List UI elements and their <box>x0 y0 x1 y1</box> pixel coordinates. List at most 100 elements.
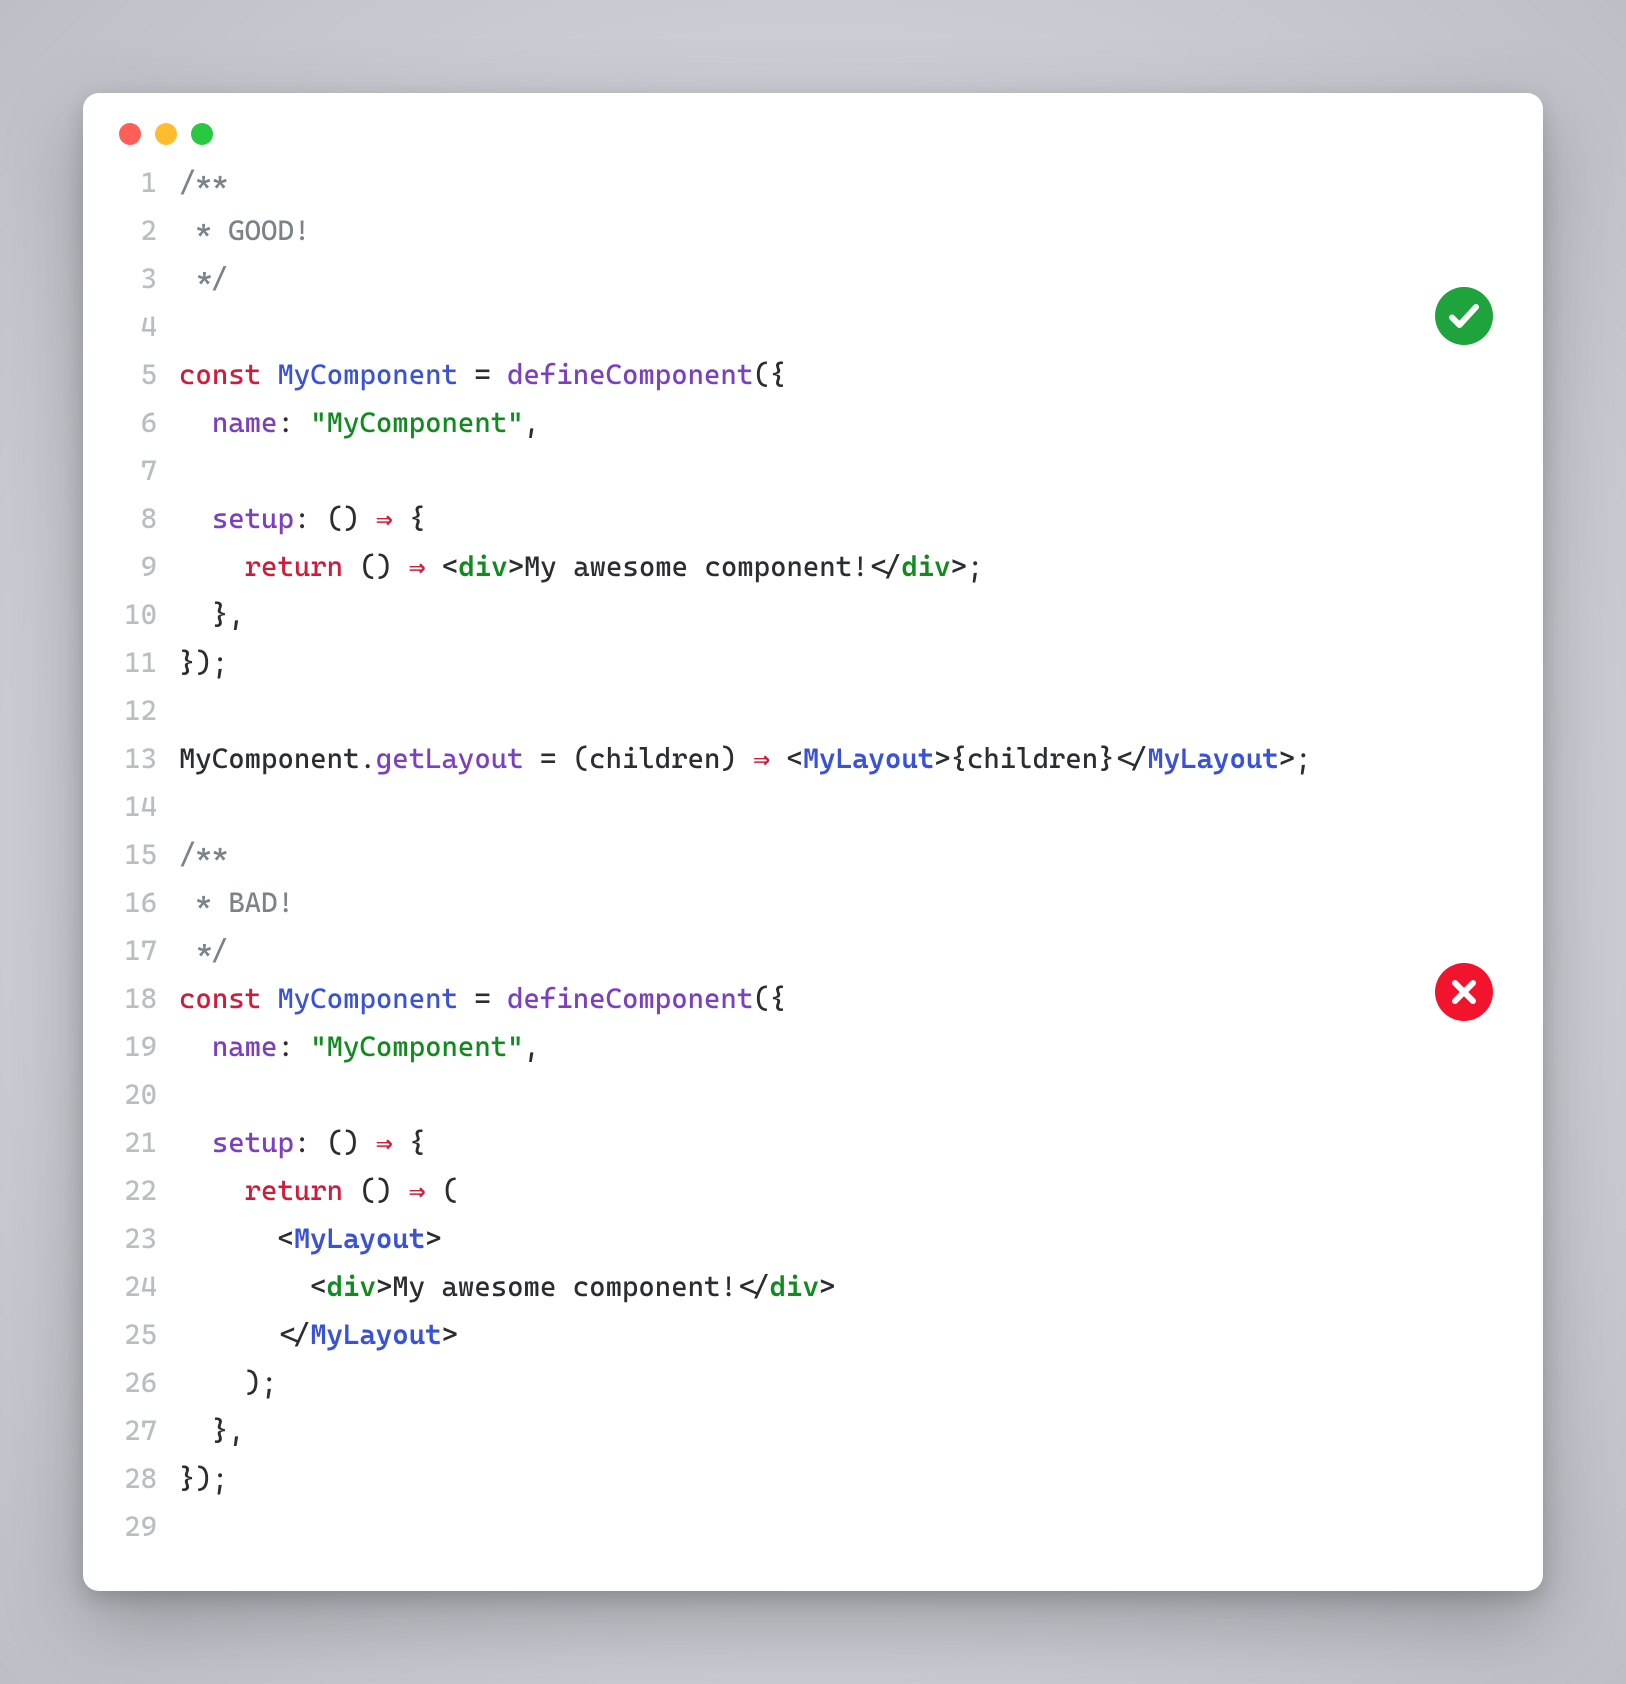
code-line: 18const MyComponent = defineComponent({ <box>119 975 1507 1023</box>
good-badge-icon <box>1435 287 1493 345</box>
code-token: }, <box>179 598 245 631</box>
code-token: ( <box>426 1174 459 1207</box>
code-token: < <box>179 1270 327 1303</box>
line-number: 24 <box>119 1263 179 1311</box>
code-token <box>179 502 212 535</box>
line-number: 23 <box>119 1215 179 1263</box>
code-line: 22 return () ⇒ ( <box>119 1167 1507 1215</box>
code-token: My awesome component! <box>392 1270 737 1303</box>
line-number: 18 <box>119 975 179 1023</box>
code-token <box>179 550 245 583</box>
code-token: defineComponent <box>507 982 753 1015</box>
bad-badge-icon <box>1435 963 1493 1021</box>
code-token: >{children}</ <box>934 742 1147 775</box>
line-number: 26 <box>119 1359 179 1407</box>
code-line: 5const MyComponent = defineComponent({ <box>119 351 1507 399</box>
code-token: MyComponent. <box>179 742 376 775</box>
code-token: > <box>425 1222 441 1255</box>
code-line: 24 <div>My awesome component!</div> <box>119 1263 1507 1311</box>
code-token: const <box>179 358 277 391</box>
line-number: 20 <box>119 1071 179 1119</box>
code-token: > <box>508 550 524 583</box>
code-line: 9 return () ⇒ <div>My awesome component!… <box>119 543 1507 591</box>
code-token: </ <box>869 550 902 583</box>
code-line: 14 <box>119 783 1507 831</box>
code-token: ); <box>179 1366 277 1399</box>
code-token: /** <box>179 838 228 871</box>
line-number: 13 <box>119 735 179 783</box>
code-token: ({ <box>753 982 786 1015</box>
code-line: 13MyComponent.getLayout = (children) ⇒ <… <box>119 735 1507 783</box>
code-token: getLayout <box>376 742 524 775</box>
line-content: ); <box>179 1359 1507 1407</box>
code-line: 3 */ <box>119 255 1507 303</box>
code-token: MyComponent <box>277 358 457 391</box>
code-token: = <box>458 358 507 391</box>
minimize-icon[interactable] <box>155 123 177 145</box>
line-number: 10 <box>119 591 179 639</box>
code-token: }, <box>179 1414 245 1447</box>
line-content <box>179 447 1507 495</box>
line-content <box>179 1503 1507 1551</box>
code-token: defineComponent <box>507 358 753 391</box>
line-number: 12 <box>119 687 179 735</box>
line-number: 8 <box>119 495 179 543</box>
code-token: = <box>458 982 507 1015</box>
code-token: div <box>901 550 950 583</box>
code-token: ⇒ <box>753 742 770 775</box>
code-token: < <box>426 550 459 583</box>
code-token: : <box>277 1030 310 1063</box>
code-line: 21 setup: () ⇒ { <box>119 1119 1507 1167</box>
code-line: 28}); <box>119 1455 1507 1503</box>
code-token: { <box>393 502 426 535</box>
line-content: const MyComponent = defineComponent({ <box>179 975 1507 1023</box>
line-number: 9 <box>119 543 179 591</box>
line-content <box>179 783 1507 831</box>
code-token: < <box>179 1222 294 1255</box>
code-line: 11}); <box>119 639 1507 687</box>
line-content: return () ⇒ ( <box>179 1167 1507 1215</box>
code-line: 20 <box>119 1071 1507 1119</box>
code-line: 17 */ <box>119 927 1507 975</box>
line-content: <div>My awesome component!</div> <box>179 1263 1507 1311</box>
line-content: * GOOD! <box>179 207 1507 255</box>
code-line: 8 setup: () ⇒ { <box>119 495 1507 543</box>
line-number: 27 <box>119 1407 179 1455</box>
code-line: 27 }, <box>119 1407 1507 1455</box>
line-content: }); <box>179 1455 1507 1503</box>
zoom-icon[interactable] <box>191 123 213 145</box>
code-token: > <box>376 1270 392 1303</box>
line-number: 19 <box>119 1023 179 1071</box>
code-token: </ <box>737 1270 770 1303</box>
line-content: </MyLayout> <box>179 1311 1507 1359</box>
code-token: < <box>770 742 803 775</box>
line-content: */ <box>179 927 1507 975</box>
code-token: () <box>343 1174 409 1207</box>
close-icon[interactable] <box>119 123 141 145</box>
code-token <box>179 1126 212 1159</box>
code-token: */ <box>179 934 228 967</box>
line-number: 17 <box>119 927 179 975</box>
code-token: > <box>442 1318 458 1351</box>
code-line: 6 name: "MyComponent", <box>119 399 1507 447</box>
code-token: >; <box>951 550 984 583</box>
code-token: : () <box>294 502 376 535</box>
line-number: 22 <box>119 1167 179 1215</box>
code-line: 7 <box>119 447 1507 495</box>
line-content <box>179 687 1507 735</box>
code-token: */ <box>179 262 228 295</box>
code-token: div <box>327 1270 376 1303</box>
line-content: <MyLayout> <box>179 1215 1507 1263</box>
code-line: 19 name: "MyComponent", <box>119 1023 1507 1071</box>
code-line: 26 ); <box>119 1359 1507 1407</box>
line-number: 21 <box>119 1119 179 1167</box>
code-token: ⇒ <box>376 1126 393 1159</box>
line-content: }); <box>179 639 1507 687</box>
code-token: : <box>277 406 310 439</box>
code-token: div <box>770 1270 819 1303</box>
code-token <box>179 1030 212 1063</box>
code-token: () <box>343 550 409 583</box>
line-content: return () ⇒ <div>My awesome component!</… <box>179 543 1507 591</box>
code-block: 1/**2 * GOOD!3 */4 5const MyComponent = … <box>119 159 1507 1551</box>
line-content: * BAD! <box>179 879 1507 927</box>
